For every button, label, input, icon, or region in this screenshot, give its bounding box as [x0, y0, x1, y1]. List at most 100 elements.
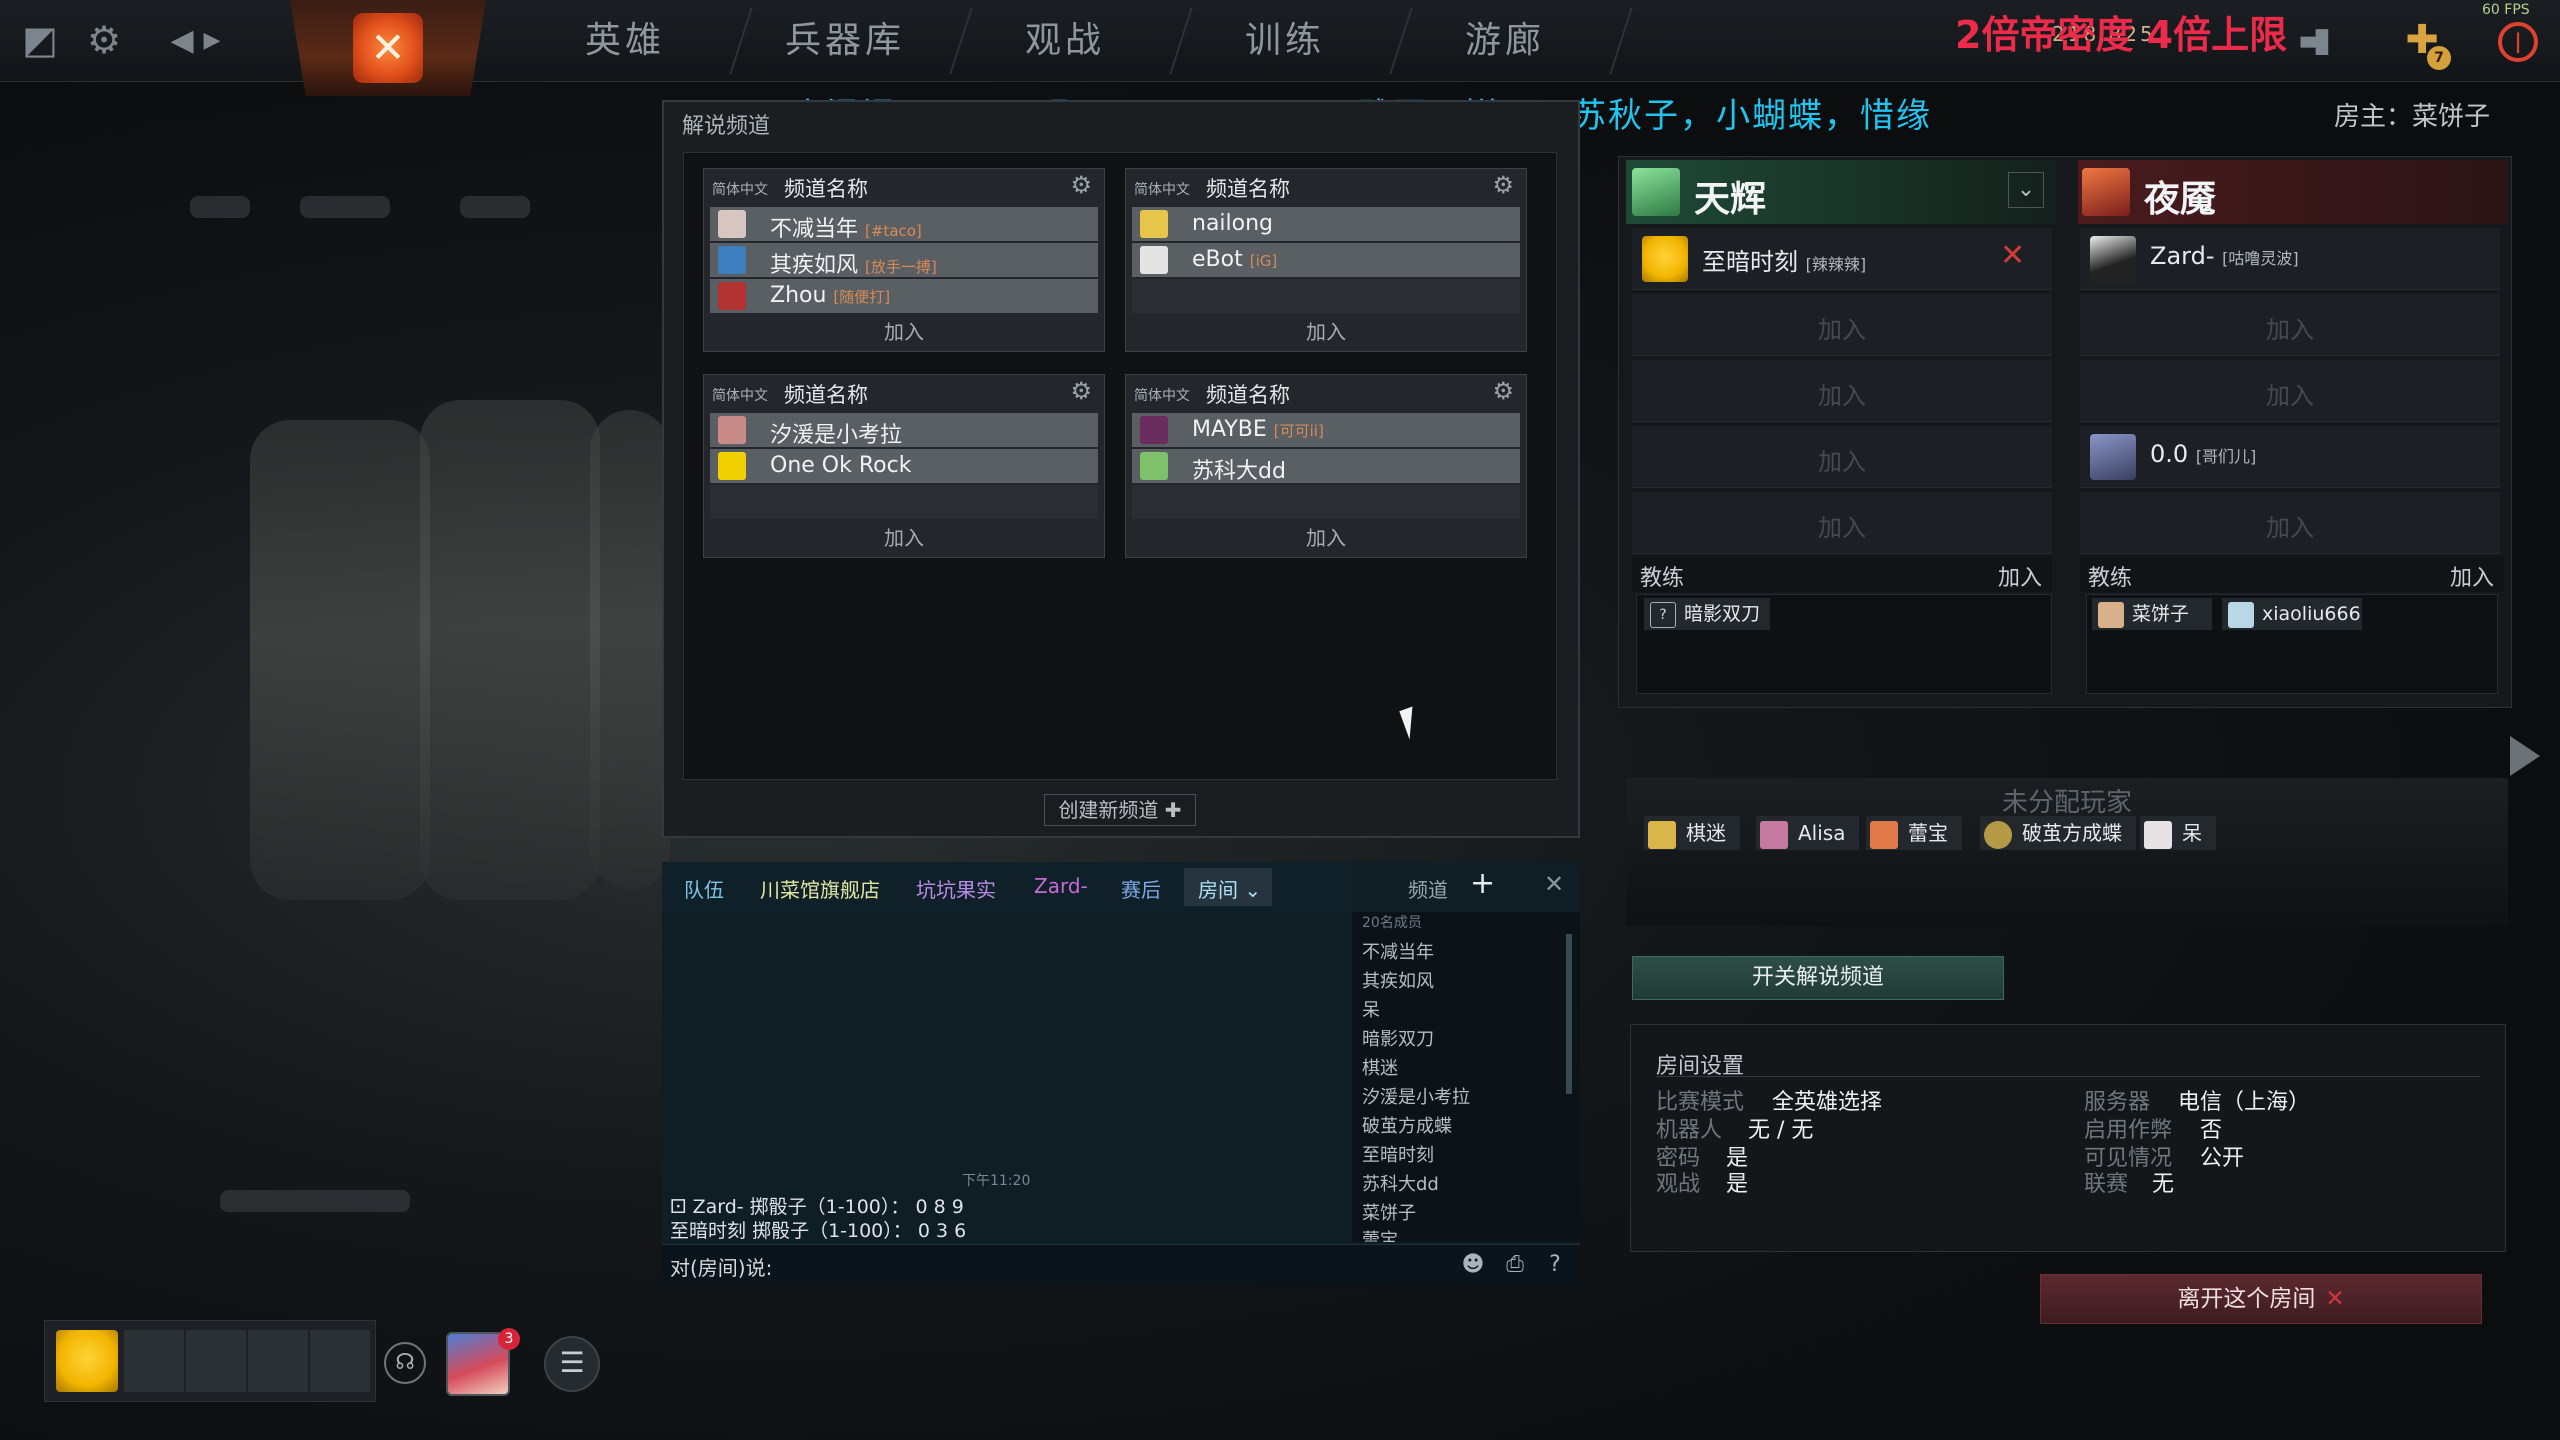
- caster-slot[interactable]: 其疾如风 [放手一搏]: [710, 243, 1098, 278]
- forward-icon[interactable]: ▶: [190, 18, 234, 62]
- caster-slot[interactable]: eBot [iG]: [1132, 243, 1520, 277]
- chevron-down-icon[interactable]: ⌄: [2008, 172, 2044, 208]
- caster-slot[interactable]: 苏科大dd: [1132, 449, 1520, 484]
- dire-empty-slot[interactable]: 加入: [2080, 294, 2500, 356]
- help-icon[interactable]: ?: [1538, 1248, 1572, 1282]
- coach-chip[interactable]: xiaoliu666: [2222, 598, 2362, 630]
- coach-chip[interactable]: ? 暗影双刀: [1644, 598, 1770, 630]
- caster-slot-empty[interactable]: [1132, 279, 1520, 313]
- plus-icon: ✚: [1164, 798, 1182, 822]
- power-icon[interactable]: |: [2498, 22, 2538, 62]
- screenshot-icon[interactable]: ⎙: [1498, 1248, 1532, 1282]
- join-channel-button[interactable]: 加入: [1126, 519, 1526, 557]
- add-channel-icon[interactable]: +: [1470, 866, 1495, 901]
- radiant-empty-slot[interactable]: 加入: [1632, 426, 2052, 488]
- coach-chip[interactable]: 菜饼子: [2092, 598, 2212, 630]
- unassigned-player[interactable]: 呆: [2140, 816, 2216, 850]
- avatar: [718, 246, 746, 274]
- member-item[interactable]: 破茧方成蝶: [1362, 1112, 1452, 1138]
- channel-language: 简体中文: [712, 388, 768, 404]
- party-slot-empty[interactable]: [248, 1330, 308, 1392]
- chat-tab-postgame[interactable]: 赛后: [1121, 874, 1161, 903]
- chat-tab-whisper[interactable]: Zard-: [1034, 874, 1088, 898]
- chat-tab-team[interactable]: 队伍: [684, 874, 724, 903]
- unassigned-player[interactable]: 破茧方成蝶: [1980, 816, 2136, 850]
- caster-slot[interactable]: Zhou [随便打]: [710, 279, 1098, 313]
- chat-input[interactable]: [662, 1244, 1580, 1286]
- join-channel-button[interactable]: 加入: [1126, 313, 1526, 351]
- voice-chat-icon[interactable]: ☊: [384, 1342, 426, 1384]
- caster-slot-empty[interactable]: [1132, 485, 1520, 519]
- tab-arcade[interactable]: 游廊: [1420, 0, 1590, 82]
- dire-icon: [2082, 168, 2130, 216]
- channels-button[interactable]: 频道: [1408, 874, 1448, 903]
- radiant-empty-slot[interactable]: 加入: [1632, 360, 2052, 422]
- dire-empty-slot[interactable]: 加入: [2080, 492, 2500, 554]
- leave-lobby-button[interactable]: 离开这个房间 ✕: [2040, 1274, 2482, 1324]
- radiant-player-slot[interactable]: 至暗时刻 [辣辣辣] ✕: [1632, 228, 2052, 290]
- caster-name: MAYBE [可可ii]: [1192, 417, 1324, 442]
- tab-learn[interactable]: 训练: [1200, 0, 1370, 82]
- radiant-empty-slot[interactable]: 加入: [1632, 492, 2052, 554]
- blurred-text: [300, 196, 390, 218]
- overlay-title: 2倍帝密度 4倍上限: [1955, 13, 2288, 57]
- caster-slot-empty[interactable]: [710, 485, 1098, 519]
- avatar: [2090, 434, 2136, 480]
- avatar: [2144, 820, 2172, 849]
- dire-player-slot[interactable]: 0.0 [哥们儿]: [2080, 426, 2500, 488]
- join-coach-button[interactable]: 加入: [1998, 560, 2042, 592]
- radiant-coach-header: 教练 加入: [1632, 556, 2052, 592]
- member-item[interactable]: 暗影双刀: [1362, 1025, 1434, 1051]
- chat-tab-party[interactable]: 坑坑果实: [916, 874, 996, 903]
- join-channel-button[interactable]: 加入: [704, 313, 1104, 351]
- toggle-broadcast-button[interactable]: 开关解说频道: [1632, 956, 2004, 1000]
- member-item[interactable]: 蕾宝: [1362, 1226, 1398, 1242]
- join-channel-button[interactable]: 加入: [704, 519, 1104, 557]
- close-icon[interactable]: ✕: [1544, 870, 1564, 898]
- gear-icon[interactable]: ⚙: [82, 18, 126, 62]
- gear-icon[interactable]: ⚙: [1070, 171, 1092, 199]
- member-item[interactable]: 汐湲是小考拉: [1362, 1083, 1470, 1109]
- caster-slot[interactable]: One Ok Rock: [710, 449, 1098, 483]
- caster-slot[interactable]: 汐湲是小考拉: [710, 413, 1098, 448]
- caster-slot[interactable]: 不减当年 [#taco]: [710, 207, 1098, 242]
- member-item[interactable]: 其疾如风: [1362, 967, 1434, 993]
- kick-icon[interactable]: ✕: [2000, 238, 2025, 273]
- gear-icon[interactable]: ⚙: [1070, 377, 1092, 405]
- emoticon-icon[interactable]: ☻: [1456, 1248, 1490, 1282]
- chat-message: ⚀ Zard- 掷骰子（1-100）： 0 8 9: [670, 1196, 964, 1218]
- chat-tab-guild[interactable]: 川菜馆旗舰店: [760, 874, 880, 903]
- unassigned-player[interactable]: Alisa: [1756, 816, 1860, 850]
- chat-tab-room[interactable]: 房间 ⌄: [1198, 874, 1261, 903]
- tab-watch[interactable]: 观战: [980, 0, 1150, 82]
- party-slot-empty[interactable]: [186, 1330, 246, 1392]
- gear-icon[interactable]: ⚙: [1492, 377, 1514, 405]
- avatar[interactable]: [56, 1330, 118, 1392]
- member-item[interactable]: 棋迷: [1362, 1054, 1398, 1080]
- member-item[interactable]: 呆: [1362, 996, 1380, 1022]
- join-coach-button[interactable]: 加入: [2450, 560, 2494, 592]
- caster-slot[interactable]: nailong: [1132, 207, 1520, 241]
- dire-player-slot[interactable]: Zard- [咕噜灵波]: [2080, 228, 2500, 290]
- tab-armory[interactable]: 兵器库: [760, 0, 930, 82]
- dota-menu-icon[interactable]: ◩: [18, 18, 62, 62]
- party-slot-empty[interactable]: [310, 1330, 370, 1392]
- gear-icon[interactable]: ⚙: [1492, 171, 1514, 199]
- dire-empty-slot[interactable]: 加入: [2080, 360, 2500, 422]
- member-item[interactable]: 至暗时刻: [1362, 1141, 1434, 1167]
- caster-slot[interactable]: MAYBE [可可ii]: [1132, 413, 1520, 447]
- member-item[interactable]: 不减当年: [1362, 938, 1434, 964]
- unassigned-player[interactable]: 棋迷: [1644, 816, 1740, 850]
- member-item[interactable]: 菜饼子: [1362, 1199, 1416, 1225]
- friends-icon[interactable]: ☰: [544, 1336, 600, 1392]
- arrow-right-icon[interactable]: [2510, 736, 2540, 776]
- dota-home-button[interactable]: ✕: [290, 0, 486, 96]
- radiant-empty-slot[interactable]: 加入: [1632, 294, 2052, 356]
- party-slot-empty[interactable]: [124, 1330, 184, 1392]
- create-channel-button[interactable]: 创建新频道 ✚: [1044, 794, 1196, 826]
- tab-heroes[interactable]: 英雄: [540, 0, 710, 82]
- unassigned-player[interactable]: 蕾宝: [1866, 816, 1962, 850]
- member-scrollbar[interactable]: [1566, 934, 1572, 1094]
- channel-language: 简体中文: [1134, 182, 1190, 198]
- member-item[interactable]: 苏科大dd: [1362, 1170, 1439, 1196]
